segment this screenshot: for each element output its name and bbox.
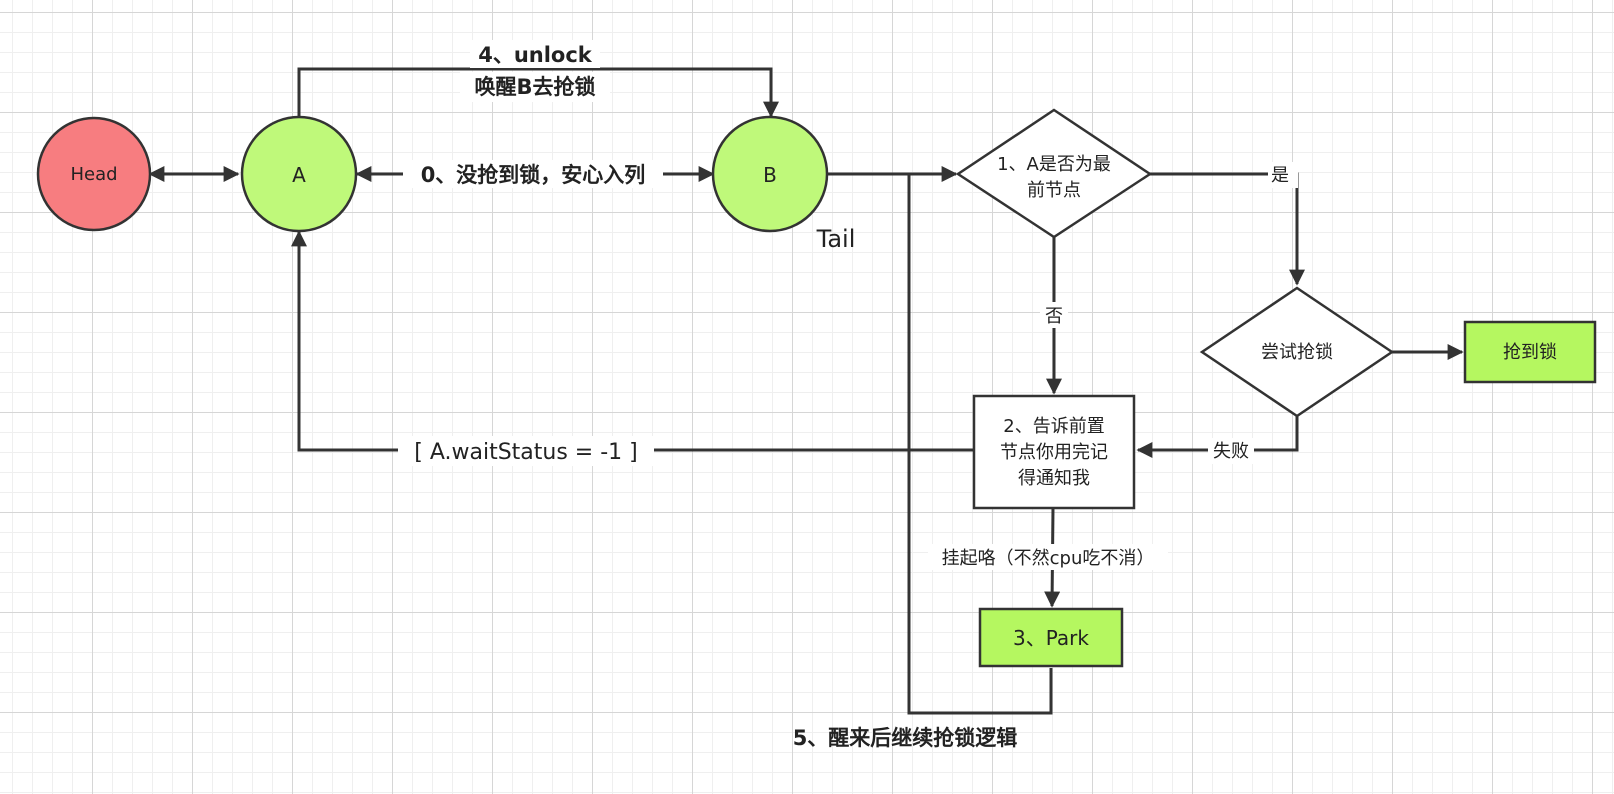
flowchart-canvas: Head A B Tail 1、A是否为最 前节点 尝试抢锁 抢到锁 2、告诉前…: [36, 40, 1597, 750]
head-label: Head: [70, 164, 117, 185]
edge-label-suspend: 挂起咯（不然cpu吃不消）: [942, 548, 1155, 569]
park-label: 3、Park: [1013, 626, 1089, 650]
tell-prev-line-3: 得通知我: [1018, 468, 1090, 489]
node-b-label: B: [763, 163, 777, 187]
tell-prev-line-2: 节点你用完记: [1000, 442, 1108, 463]
tail-label: Tail: [816, 225, 856, 253]
edge-label-wake-b: 唤醒B去抢锁: [474, 75, 595, 99]
edge-label-enqueue: 0、没抢到锁，安心入列: [421, 163, 646, 187]
edge-label-fail: 失败: [1213, 441, 1249, 462]
edge-label-wake-continue: 5、醒来后继续抢锁逻辑: [793, 726, 1018, 750]
node-a-label: A: [292, 163, 306, 187]
tell-prev-line-1: 2、告诉前置: [1003, 416, 1104, 437]
edge-wait-status: [291, 230, 974, 452]
edge-label-no: 否: [1045, 306, 1063, 327]
decision-first-line-2: 前节点: [1027, 180, 1081, 201]
edge-label-wait-status: [ A.waitStatus = -1 ]: [414, 440, 637, 465]
got-lock-label: 抢到锁: [1503, 342, 1557, 363]
decision-first-line-1: 1、A是否为最: [997, 154, 1111, 175]
edge-yes: [1150, 172, 1305, 286]
edge-label-unlock: 4、unlock: [478, 43, 593, 67]
decision-try-label: 尝试抢锁: [1261, 342, 1333, 363]
edge-label-yes: 是: [1271, 165, 1289, 186]
